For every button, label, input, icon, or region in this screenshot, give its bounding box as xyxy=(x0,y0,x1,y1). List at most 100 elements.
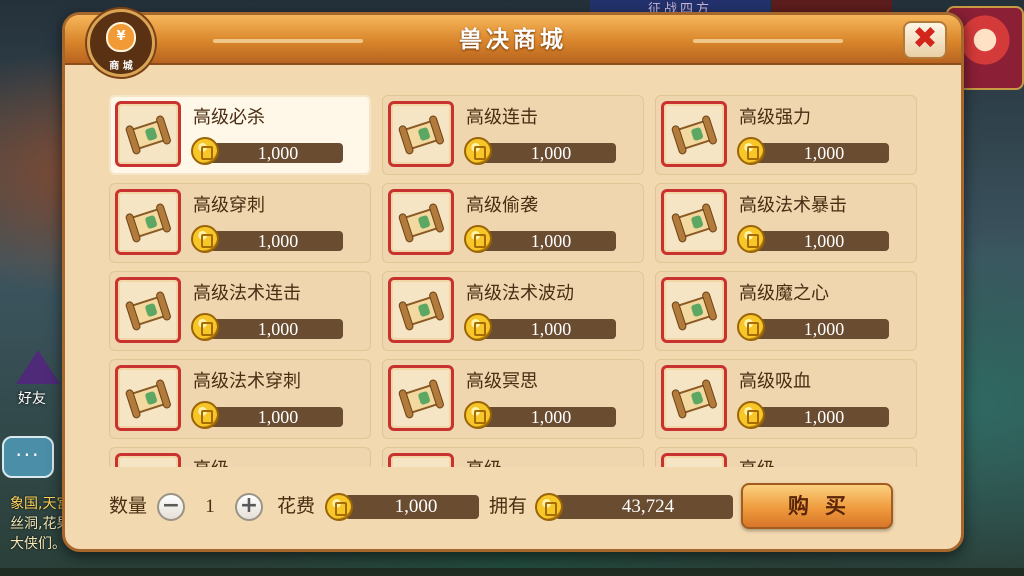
title-ornament-right xyxy=(693,39,843,43)
skill-scroll-icon xyxy=(670,113,718,156)
item-price: 1,000 xyxy=(257,143,299,163)
cost-value: 1,000 xyxy=(394,496,438,517)
item-name: 高级 xyxy=(193,455,229,467)
item-price-bar: 1,000 xyxy=(478,231,616,251)
item-icon-frame xyxy=(388,453,454,467)
item-price-bar: 1,000 xyxy=(751,143,889,163)
item-card[interactable]: 高级吸血 1,000 xyxy=(655,359,917,439)
item-price-bar: 1,000 xyxy=(478,407,616,427)
quantity-value[interactable]: 1 xyxy=(189,496,231,518)
item-price-bar: 1,000 xyxy=(751,407,889,427)
skill-scroll-icon xyxy=(124,201,172,244)
item-icon-frame xyxy=(115,277,181,343)
close-button[interactable]: ✖ xyxy=(903,21,947,59)
coin-icon xyxy=(737,313,765,341)
item-card[interactable]: 高级1,000 xyxy=(109,447,371,467)
item-grid: 高级必杀 1,000 高级连击 1,000 高级强力 1,000 高级穿刺 1,000 高级偷袭… xyxy=(109,95,917,467)
item-name: 高级偷袭 xyxy=(466,195,538,216)
quantity-decrease-button[interactable]: − xyxy=(157,493,185,521)
cost-bar: 1,000 xyxy=(345,495,479,519)
coin-icon xyxy=(191,313,219,341)
item-card[interactable]: 高级1,000 xyxy=(655,447,917,467)
item-card[interactable]: 高级魔之心 1,000 xyxy=(655,271,917,351)
coin-icon xyxy=(464,137,492,165)
shop-badge: ¥ 商 城 xyxy=(87,9,155,77)
coin-icon xyxy=(191,137,219,165)
friends-icon xyxy=(16,350,60,384)
skill-scroll-icon xyxy=(670,201,718,244)
skill-scroll-icon xyxy=(124,465,172,467)
item-price-bar: 1,000 xyxy=(205,231,343,251)
coin-icon xyxy=(464,313,492,341)
item-card[interactable]: 高级法术波动 1,000 xyxy=(382,271,644,351)
item-card[interactable]: 高级必杀 1,000 xyxy=(109,95,371,175)
item-icon-frame xyxy=(115,189,181,255)
item-name: 高级 xyxy=(466,455,502,467)
skill-scroll-icon xyxy=(397,201,445,244)
coin-icon xyxy=(191,225,219,253)
item-name: 高级法术波动 xyxy=(466,283,574,304)
money-bag-icon: ¥ xyxy=(106,22,136,52)
item-price: 1,000 xyxy=(530,319,572,339)
friends-button[interactable]: 好友 xyxy=(6,350,68,418)
item-name: 高级魔之心 xyxy=(739,283,829,304)
coin-icon xyxy=(737,137,765,165)
skill-scroll-icon xyxy=(124,289,172,332)
close-icon: ✖ xyxy=(912,21,938,56)
skill-scroll-icon xyxy=(670,465,718,467)
coin-icon xyxy=(737,401,765,429)
item-icon-frame xyxy=(388,101,454,167)
chat-bubble-icon: ··· xyxy=(15,443,41,467)
chat-button[interactable]: ··· xyxy=(2,436,54,478)
item-icon-frame xyxy=(661,189,727,255)
coin-icon xyxy=(325,493,353,521)
item-name: 高级吸血 xyxy=(739,371,811,392)
quantity-label: 数量 xyxy=(109,495,148,517)
shop-dialog: 兽决商城 ¥ 商 城 ✖ 高级必杀 1,000 高级连击 1,000 高级强力 1,000… xyxy=(62,9,964,552)
item-icon-frame xyxy=(115,101,181,167)
item-price: 1,000 xyxy=(530,407,572,427)
item-card[interactable]: 高级偷袭 1,000 xyxy=(382,183,644,263)
skill-scroll-icon xyxy=(397,113,445,156)
coin-icon xyxy=(535,493,563,521)
title-bar: 兽决商城 xyxy=(65,15,961,65)
item-card[interactable]: 高级1,000 xyxy=(382,447,644,467)
item-card[interactable]: 高级法术穿刺 1,000 xyxy=(109,359,371,439)
item-price-bar: 1,000 xyxy=(478,319,616,339)
quantity-increase-button[interactable]: + xyxy=(235,493,263,521)
item-price: 1,000 xyxy=(803,319,845,339)
item-list-viewport[interactable]: 高级必杀 1,000 高级连击 1,000 高级强力 1,000 高级穿刺 1,000 高级偷袭… xyxy=(109,95,917,467)
item-price: 1,000 xyxy=(803,143,845,163)
item-price: 1,000 xyxy=(803,231,845,251)
item-price-bar: 1,000 xyxy=(205,407,343,427)
item-icon-frame xyxy=(661,101,727,167)
item-card[interactable]: 高级冥思 1,000 xyxy=(382,359,644,439)
item-card[interactable]: 高级穿刺 1,000 xyxy=(109,183,371,263)
item-name: 高级强力 xyxy=(739,107,811,128)
item-name: 高级穿刺 xyxy=(193,195,265,216)
item-price: 1,000 xyxy=(257,319,299,339)
item-card[interactable]: 高级强力 1,000 xyxy=(655,95,917,175)
item-card[interactable]: 高级法术连击 1,000 xyxy=(109,271,371,351)
coin-icon xyxy=(464,401,492,429)
item-name: 高级 xyxy=(739,455,775,467)
item-icon-frame xyxy=(388,365,454,431)
item-icon-frame xyxy=(388,277,454,343)
item-card[interactable]: 高级法术暴击 1,000 xyxy=(655,183,917,263)
skill-scroll-icon xyxy=(670,377,718,420)
coin-icon xyxy=(191,401,219,429)
item-name: 高级冥思 xyxy=(466,371,538,392)
skill-scroll-icon xyxy=(397,377,445,420)
coin-icon xyxy=(737,225,765,253)
item-price-bar: 1,000 xyxy=(478,143,616,163)
skill-scroll-icon xyxy=(124,377,172,420)
item-card[interactable]: 高级连击 1,000 xyxy=(382,95,644,175)
owned-bar: 43,724 xyxy=(555,495,733,519)
skill-scroll-icon xyxy=(670,289,718,332)
buy-button[interactable]: 购买 xyxy=(741,483,893,529)
item-icon-frame xyxy=(661,277,727,343)
item-name: 高级法术连击 xyxy=(193,283,301,304)
item-icon-frame xyxy=(115,453,181,467)
item-icon-frame xyxy=(388,189,454,255)
skill-scroll-icon xyxy=(397,289,445,332)
